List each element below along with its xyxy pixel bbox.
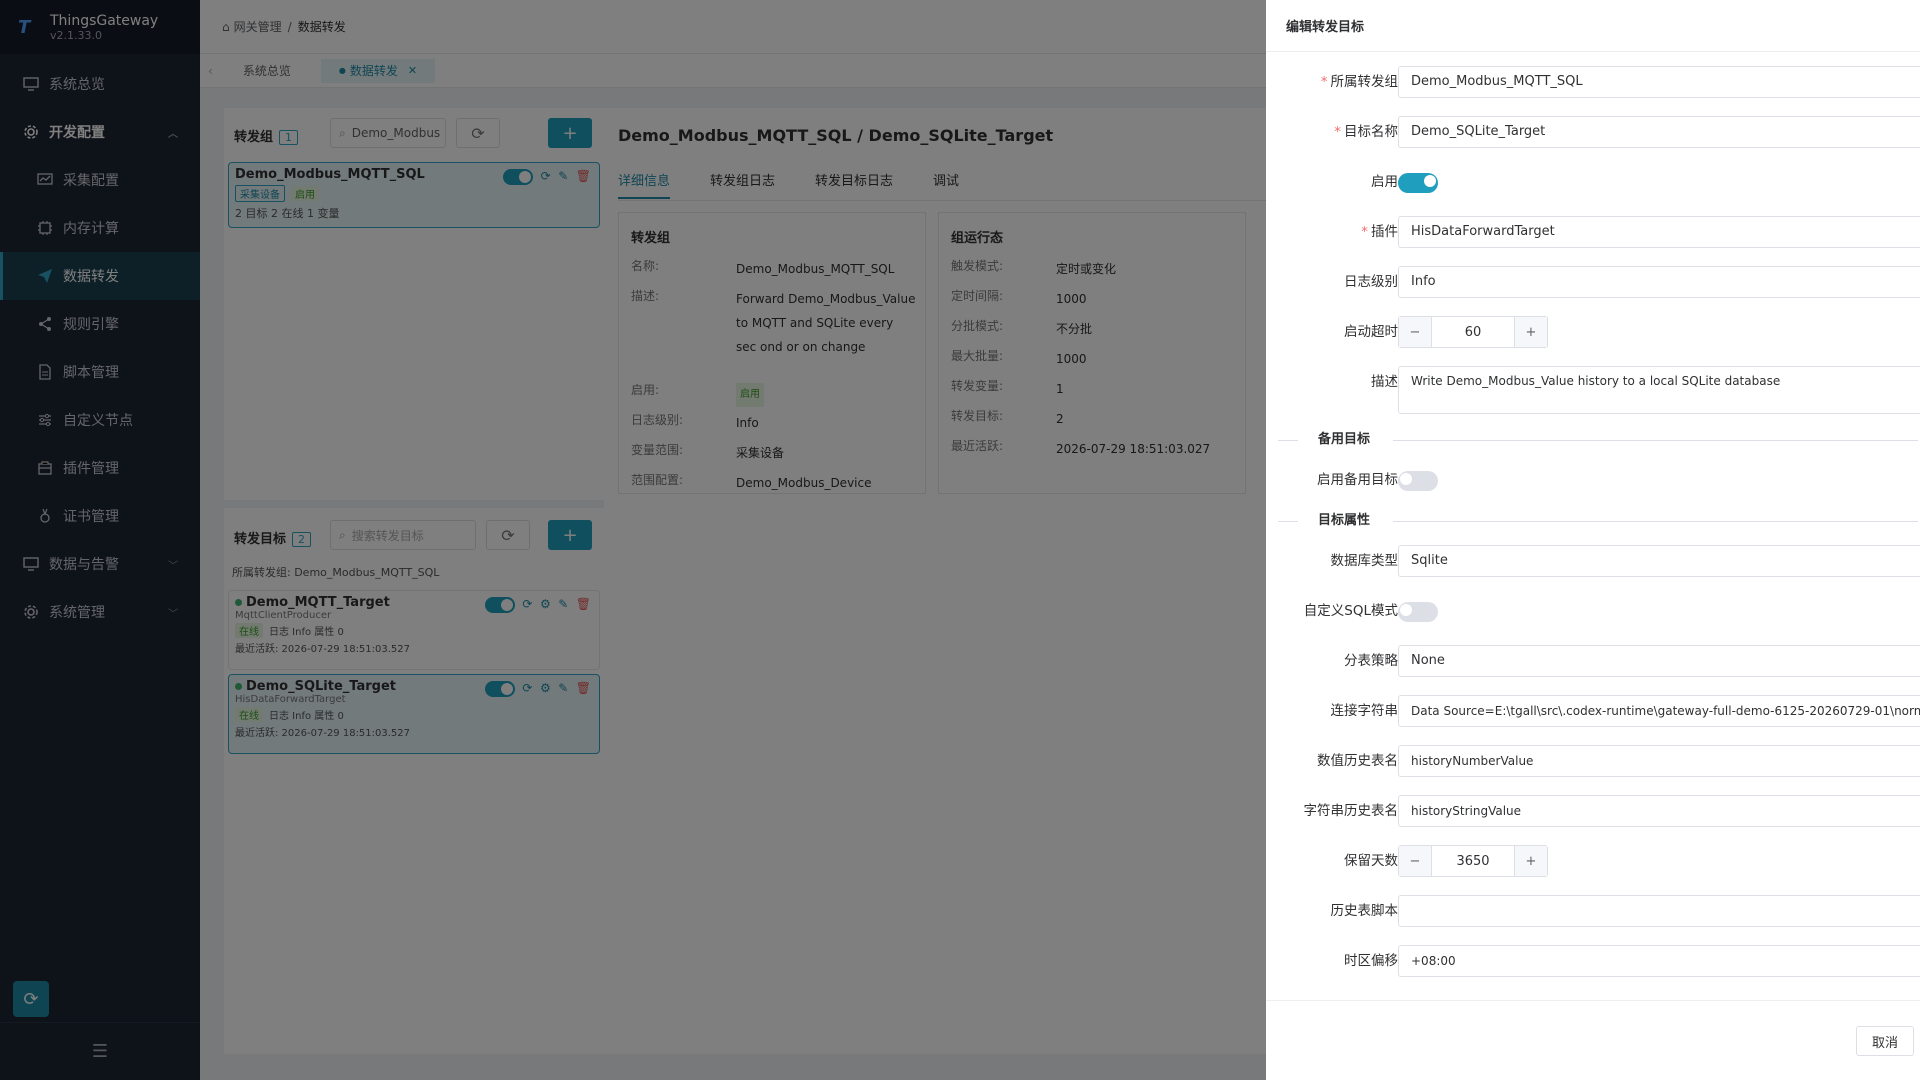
form-row-split: 分表策略 None xyxy=(1266,645,1920,677)
field-label: 数值历史表名 xyxy=(1317,753,1398,769)
field-label: 描述 xyxy=(1371,374,1398,390)
timeout-input[interactable]: 60 xyxy=(1431,317,1515,347)
field-label: 日志级别 xyxy=(1344,274,1398,290)
form-row-script: 历史表脚本 xyxy=(1266,895,1920,927)
field-label: 数据库类型 xyxy=(1330,553,1399,569)
form-row-timeout: 启动超时 −60 + xyxy=(1266,316,1920,348)
plus-button[interactable]: + xyxy=(1515,317,1547,347)
log-level-select[interactable]: Info xyxy=(1398,266,1920,298)
form-row-strtable: 字符串历史表名 historyStringValue xyxy=(1266,795,1920,827)
db-type-select[interactable]: Sqlite xyxy=(1398,545,1920,577)
enable-toggle[interactable] xyxy=(1398,173,1438,193)
description-textarea[interactable]: Write Demo_Modbus_Value history to a loc… xyxy=(1398,366,1920,414)
form-row-numtable: 数值历史表名 historyNumberValue xyxy=(1266,745,1920,777)
plugin-select[interactable]: HisDataForwardTarget xyxy=(1398,216,1920,248)
edit-target-drawer: 编辑转发目标 * 所属转发组 Demo_Modbus_MQTT_SQL * 目标名称 D… xyxy=(1266,0,1920,1080)
drawer-title: 编辑转发目标 xyxy=(1266,0,1920,52)
field-label: 所属转发组 xyxy=(1330,74,1399,90)
form-row-plugin: * 插件 HisDataForwardTarget xyxy=(1266,216,1920,248)
group-select[interactable]: Demo_Modbus_MQTT_SQL xyxy=(1398,66,1920,98)
field-label: 连接字符串 xyxy=(1330,703,1399,719)
target-name-input[interactable]: Demo_SQLite_Target xyxy=(1398,116,1920,148)
string-table-input[interactable]: historyStringValue xyxy=(1398,795,1920,827)
section-backup: 备用目标 xyxy=(1278,431,1918,451)
modal-overlay[interactable] xyxy=(0,0,1266,1080)
keep-days-input[interactable]: 3650 xyxy=(1431,846,1515,876)
section-title: 备用目标 xyxy=(1318,432,1371,447)
field-label: 时区偏移 xyxy=(1344,953,1398,969)
custom-sql-toggle[interactable] xyxy=(1398,602,1438,622)
form-row-customsql: 自定义SQL模式 xyxy=(1266,595,1920,627)
field-label: 保留天数 xyxy=(1344,853,1398,869)
minus-button[interactable]: − xyxy=(1399,317,1431,347)
form-row-desc: 描述 Write Demo_Modbus_Value history to a l… xyxy=(1266,366,1920,414)
field-label: 插件 xyxy=(1371,224,1398,240)
form-row-keep: 保留天数 −3650 + xyxy=(1266,845,1920,877)
plus-button[interactable]: + xyxy=(1515,846,1547,876)
timeout-stepper: −60 + xyxy=(1398,316,1548,348)
field-label: 分表策略 xyxy=(1344,653,1398,669)
field-label: 启用 xyxy=(1371,174,1398,190)
field-label: 启动超时 xyxy=(1344,324,1398,340)
field-label: 启用备用目标 xyxy=(1317,472,1398,488)
field-label: 目标名称 xyxy=(1344,124,1398,140)
form-row-dbtype: 数据库类型 Sqlite xyxy=(1266,545,1920,577)
connection-string-input[interactable]: Data Source=E:\tgall\src\.codex-runtime\… xyxy=(1398,695,1920,727)
section-attributes: 目标属性 xyxy=(1278,512,1918,532)
field-label: 字符串历史表名 xyxy=(1303,803,1399,819)
split-strategy-select[interactable]: None xyxy=(1398,645,1920,677)
keep-days-stepper: −3650 + xyxy=(1398,845,1548,877)
field-label: 自定义SQL模式 xyxy=(1303,603,1398,619)
cancel-button[interactable]: 取消 xyxy=(1856,1026,1914,1056)
form-row-name: * 目标名称 Demo_SQLite_Target xyxy=(1266,116,1920,148)
form-row-enable: 启用 xyxy=(1266,166,1920,198)
form-row-log-level: 日志级别 Info xyxy=(1266,266,1920,298)
section-title: 目标属性 xyxy=(1318,513,1371,528)
form-row-backup: 启用备用目标 xyxy=(1266,464,1920,496)
form-row-tz: 时区偏移 +08:00 xyxy=(1266,945,1920,977)
timezone-input[interactable]: +08:00 xyxy=(1398,945,1920,977)
number-table-input[interactable]: historyNumberValue xyxy=(1398,745,1920,777)
drawer-footer-divider xyxy=(1266,1000,1920,1001)
backup-toggle[interactable] xyxy=(1398,471,1438,491)
form-row-group: * 所属转发组 Demo_Modbus_MQTT_SQL xyxy=(1266,66,1920,98)
field-label: 历史表脚本 xyxy=(1330,903,1399,919)
minus-button[interactable]: − xyxy=(1399,846,1431,876)
form-row-conn: 连接字符串 Data Source=E:\tgall\src\.codex-run… xyxy=(1266,695,1920,727)
history-script-input[interactable] xyxy=(1398,895,1920,927)
